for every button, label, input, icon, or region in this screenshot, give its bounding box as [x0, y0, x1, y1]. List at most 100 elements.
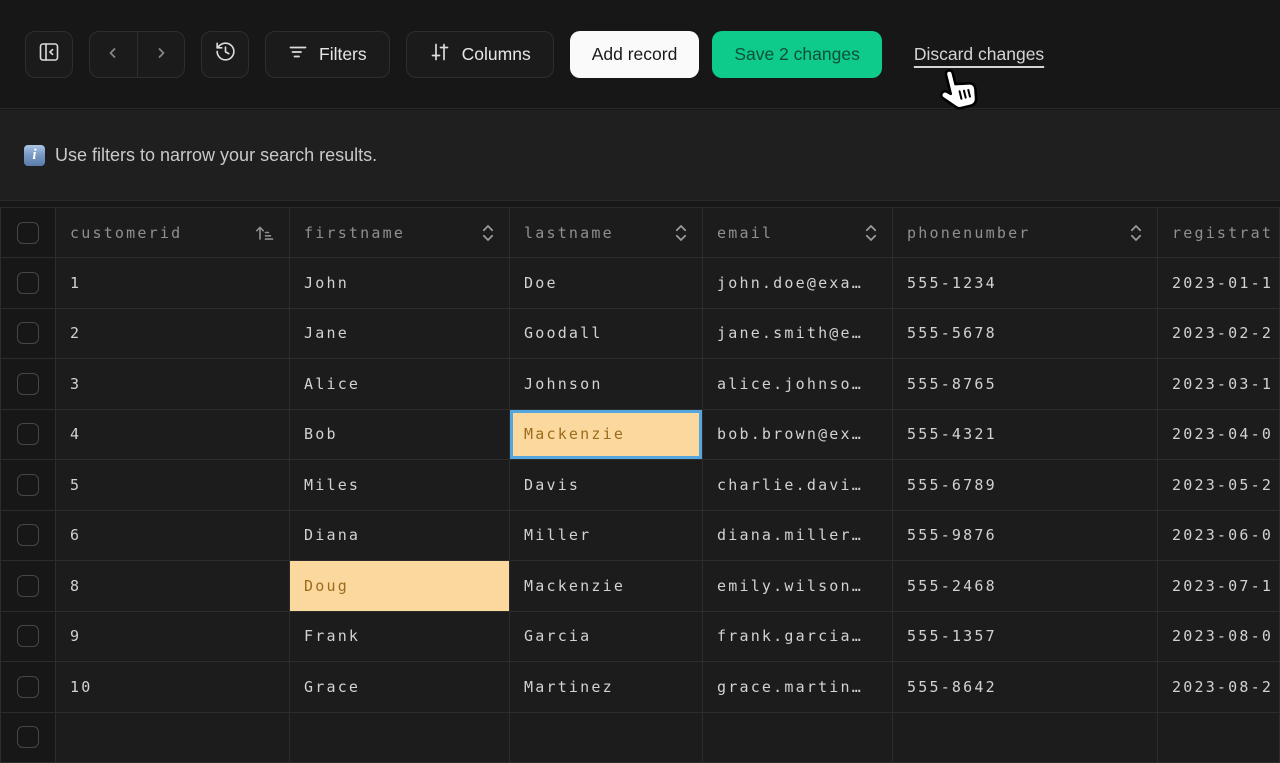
history-nav-group — [89, 31, 185, 78]
cell-firstname[interactable]: Grace — [290, 662, 510, 713]
cell-registrationdate[interactable]: 2023-07-1 — [1158, 561, 1280, 612]
data-table: customerid firstname lastname email phonenum… — [0, 207, 1280, 763]
table-row: 6DianaMillerdiana.miller…555-98762023-06… — [1, 511, 1280, 562]
cell-customerid[interactable]: 1 — [56, 258, 290, 309]
table-body: 1JohnDoejohn.doe@exa…555-12342023-01-12J… — [1, 258, 1280, 763]
sliders-icon — [429, 41, 451, 68]
column-header-lastname[interactable]: lastname — [510, 208, 703, 258]
cell-phonenumber[interactable]: 555-6789 — [893, 460, 1158, 511]
cell-phonenumber[interactable]: 555-1357 — [893, 612, 1158, 663]
cell-email[interactable]: grace.martin… — [703, 662, 893, 713]
back-button[interactable] — [90, 32, 138, 77]
row-select-cell — [1, 511, 56, 562]
info-banner-text: Use filters to narrow your search result… — [55, 145, 377, 166]
row-checkbox[interactable] — [17, 272, 39, 294]
forward-button[interactable] — [138, 32, 185, 77]
cell-phonenumber[interactable]: 555-8765 — [893, 359, 1158, 410]
cell-lastname[interactable]: Johnson — [510, 359, 703, 410]
save-changes-button[interactable]: Save 2 changes — [712, 31, 882, 78]
column-header-registrationdate[interactable]: registrat — [1158, 208, 1280, 258]
cell-registrationdate[interactable]: 2023-05-2 — [1158, 460, 1280, 511]
cell-firstname[interactable]: Frank — [290, 612, 510, 663]
cell-registrationdate[interactable]: 2023-04-0 — [1158, 410, 1280, 461]
cell-lastname[interactable]: Martinez — [510, 662, 703, 713]
columns-button[interactable]: Columns — [406, 31, 554, 78]
cell-email[interactable]: alice.johnso… — [703, 359, 893, 410]
cell-registrationdate[interactable]: 2023-06-0 — [1158, 511, 1280, 562]
cell-lastname[interactable]: Miller — [510, 511, 703, 562]
row-checkbox[interactable] — [17, 423, 39, 445]
cell-customerid[interactable] — [56, 713, 290, 763]
cell-customerid[interactable]: 9 — [56, 612, 290, 663]
column-header-customerid[interactable]: customerid — [56, 208, 290, 258]
cell-firstname[interactable]: Miles — [290, 460, 510, 511]
cell-phonenumber[interactable]: 555-4321 — [893, 410, 1158, 461]
cell-firstname[interactable]: Alice — [290, 359, 510, 410]
cell-firstname[interactable]: Bob — [290, 410, 510, 461]
cell-lastname[interactable]: Davis — [510, 460, 703, 511]
cell-lastname[interactable]: Goodall — [510, 309, 703, 360]
row-checkbox[interactable] — [17, 524, 39, 546]
add-record-button[interactable]: Add record — [570, 31, 700, 78]
cell-lastname[interactable]: Garcia — [510, 612, 703, 663]
cell-phonenumber[interactable] — [893, 713, 1158, 763]
discard-changes-link[interactable]: Discard changes — [914, 44, 1044, 65]
row-checkbox[interactable] — [17, 373, 39, 395]
cell-registrationdate[interactable]: 2023-03-1 — [1158, 359, 1280, 410]
cell-customerid[interactable]: 8 — [56, 561, 290, 612]
column-header-email[interactable]: email — [703, 208, 893, 258]
cell-firstname[interactable]: Diana — [290, 511, 510, 562]
cell-customerid[interactable]: 10 — [56, 662, 290, 713]
cell-email[interactable]: bob.brown@ex… — [703, 410, 893, 461]
query-history-button[interactable] — [201, 31, 249, 78]
row-checkbox[interactable] — [17, 322, 39, 344]
filter-icon — [288, 43, 308, 66]
cell-firstname[interactable] — [290, 713, 510, 763]
cell-phonenumber[interactable]: 555-5678 — [893, 309, 1158, 360]
info-icon: i — [24, 145, 45, 166]
cell-customerid[interactable]: 3 — [56, 359, 290, 410]
select-all-checkbox[interactable] — [17, 222, 39, 244]
table-row: 8DougMackenzieemily.wilson…555-24682023-… — [1, 561, 1280, 612]
column-header-label: firstname — [304, 224, 405, 242]
column-header-label: email — [717, 224, 773, 242]
cell-lastname[interactable] — [510, 713, 703, 763]
cell-firstname[interactable]: Doug — [290, 561, 510, 612]
column-header-firstname[interactable]: firstname — [290, 208, 510, 258]
cell-lastname[interactable]: Mackenzie — [510, 410, 703, 461]
cell-phonenumber[interactable]: 555-8642 — [893, 662, 1158, 713]
column-header-phonenumber[interactable]: phonenumber — [893, 208, 1158, 258]
cell-registrationdate[interactable]: 2023-01-1 — [1158, 258, 1280, 309]
cell-email[interactable]: charlie.davi… — [703, 460, 893, 511]
cell-registrationdate[interactable] — [1158, 713, 1280, 763]
cell-email[interactable]: emily.wilson… — [703, 561, 893, 612]
toggle-sidebar-button[interactable] — [25, 31, 73, 78]
cell-firstname[interactable]: Jane — [290, 309, 510, 360]
cell-email[interactable] — [703, 713, 893, 763]
row-checkbox[interactable] — [17, 726, 39, 748]
filters-button[interactable]: Filters — [265, 31, 390, 78]
cell-phonenumber[interactable]: 555-1234 — [893, 258, 1158, 309]
cell-customerid[interactable]: 6 — [56, 511, 290, 562]
cell-email[interactable]: diana.miller… — [703, 511, 893, 562]
cell-customerid[interactable]: 4 — [56, 410, 290, 461]
cell-email[interactable]: john.doe@exa… — [703, 258, 893, 309]
cell-lastname[interactable]: Mackenzie — [510, 561, 703, 612]
row-checkbox[interactable] — [17, 474, 39, 496]
row-checkbox[interactable] — [17, 676, 39, 698]
cell-registrationdate[interactable]: 2023-08-0 — [1158, 612, 1280, 663]
table-row: 4BobMackenziebob.brown@ex…555-43212023-0… — [1, 410, 1280, 461]
cell-customerid[interactable]: 2 — [56, 309, 290, 360]
cell-customerid[interactable]: 5 — [56, 460, 290, 511]
cell-email[interactable]: frank.garcia… — [703, 612, 893, 663]
row-checkbox[interactable] — [17, 625, 39, 647]
cell-lastname[interactable]: Doe — [510, 258, 703, 309]
row-select-cell — [1, 460, 56, 511]
cell-registrationdate[interactable]: 2023-08-2 — [1158, 662, 1280, 713]
row-checkbox[interactable] — [17, 575, 39, 597]
cell-email[interactable]: jane.smith@e… — [703, 309, 893, 360]
cell-phonenumber[interactable]: 555-9876 — [893, 511, 1158, 562]
cell-firstname[interactable]: John — [290, 258, 510, 309]
cell-phonenumber[interactable]: 555-2468 — [893, 561, 1158, 612]
cell-registrationdate[interactable]: 2023-02-2 — [1158, 309, 1280, 360]
